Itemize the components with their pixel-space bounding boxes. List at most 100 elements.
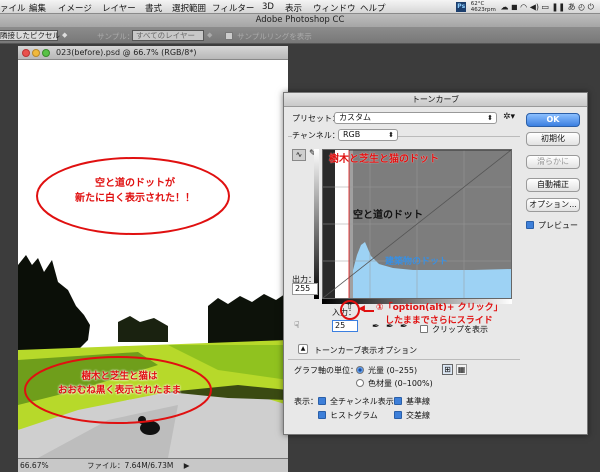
intersection-checkbox[interactable]: [394, 411, 402, 419]
minimize-window-button[interactable]: [32, 49, 40, 57]
menu-select[interactable]: 選択範囲: [172, 2, 206, 14]
preset-value: カスタム: [339, 113, 371, 122]
curves-graph-svg: [322, 149, 512, 299]
preset-select[interactable]: カスタム ⬍: [334, 112, 497, 124]
white-eyedropper-icon[interactable]: ✒: [400, 322, 408, 332]
menu-file[interactable]: ァイル: [0, 2, 26, 14]
annotation-arrow-line: [364, 310, 374, 312]
graph-unit-label: グラフ軸の単位：: [294, 366, 358, 375]
black-point-slider[interactable]: ⇧: [346, 302, 354, 312]
app-title: Adobe Photoshop CC: [0, 14, 600, 27]
curves-graph[interactable]: 樹木と芝生と猫のドット 空と道のドット 建築物のドット: [322, 149, 512, 299]
unit-pigment-label: 色材量 (0–100%): [368, 379, 433, 388]
preview-checkbox[interactable]: [526, 221, 534, 229]
histogram-label: ヒストグラム: [330, 411, 378, 420]
chevron-down-icon: ⬍: [487, 114, 493, 122]
black-eyedropper-icon[interactable]: ✒: [372, 322, 380, 332]
gray-eyedropper-icon[interactable]: ✒: [386, 322, 394, 332]
dialog-title: トーンカーブ: [284, 93, 587, 107]
chevron-down-icon: ⬍: [388, 131, 394, 139]
channel-value: RGB: [343, 130, 361, 139]
sample-select[interactable]: すべてのレイヤー: [132, 30, 204, 41]
zoom-level[interactable]: 66.67%: [20, 461, 49, 470]
options-bar: 隣接したピクセル ◆ サンプル： すべてのレイヤー ◆ サンプルリングを表示: [0, 27, 600, 44]
options-divider: [288, 359, 520, 360]
intersection-label: 交差線: [406, 411, 430, 420]
menu-filter[interactable]: フィルター: [212, 2, 254, 14]
cloud-icon[interactable]: ☁: [500, 3, 508, 12]
menu-edit[interactable]: 編集: [29, 2, 46, 14]
menu-type[interactable]: 書式: [145, 2, 162, 14]
input-field[interactable]: 25: [332, 320, 358, 332]
mode-select[interactable]: 隣接したピクセル: [0, 30, 60, 41]
annotation-building-dots: 建築物のドット: [385, 257, 449, 267]
menu-bar: ァイル 編集 イメージ レイヤー 書式 選択範囲 フィルター 3D 表示 ウィン…: [0, 0, 600, 14]
pause-icon[interactable]: ❚❚: [552, 3, 565, 12]
preview-label: プレビュー: [538, 221, 578, 230]
display-options-label: トーンカーブ表示オプション: [314, 346, 418, 355]
reset-button[interactable]: 初期化: [526, 132, 580, 146]
annotation-sky-road-white: 空と道のドットが 新たに白く表示された！！: [75, 178, 195, 204]
chevron-down-icon: ◆: [207, 31, 213, 39]
smooth-button[interactable]: 滑らかに: [526, 155, 580, 169]
annotation-trees-black: 樹木と芝生と猫は おおむね黒く表示されたまま: [57, 371, 182, 396]
histogram-checkbox[interactable]: [318, 411, 326, 419]
image-canvas[interactable]: 空と道のドットが 新たに白く表示された！！ 樹木と芝生と猫は おおむね黒く表示さ…: [18, 60, 288, 458]
document-title-bar[interactable]: 023(before).psd @ 66.7% (RGB/8*): [18, 46, 288, 60]
input-method-icon[interactable]: あ: [568, 3, 576, 12]
sample-label: サンプル：: [97, 32, 135, 41]
menu-help[interactable]: ヘルプ: [360, 2, 386, 14]
curve-point-tool-icon[interactable]: ∿: [292, 149, 306, 161]
baseline-checkbox[interactable]: [394, 397, 402, 405]
sampling-ring-checkbox[interactable]: [225, 32, 233, 40]
fan-speed-readout: 4623rpm: [470, 7, 496, 13]
channel-label: チャンネル：: [292, 130, 342, 141]
ok-button[interactable]: OK: [526, 113, 580, 127]
preset-label: プリセット：: [292, 114, 340, 123]
menu-layer[interactable]: レイヤー: [102, 2, 136, 14]
curves-dialog: トーンカーブ プリセット： カスタム ⬍ ✲▾ チャンネル： RGB ⬍ ∿ ✎: [283, 92, 588, 435]
status-bar: 66.67% ファイル：7.64M/6.73M ▶: [18, 458, 288, 472]
output-field[interactable]: 255: [292, 283, 318, 295]
document-title: 023(before).psd @ 66.7% (RGB/8*): [56, 48, 197, 57]
grid-4x4-icon[interactable]: ⊞: [442, 364, 453, 375]
menu-window[interactable]: ウィンドウ: [313, 2, 356, 14]
channel-select[interactable]: RGB ⬍: [338, 129, 398, 141]
grid-10x10-icon[interactable]: ▦: [456, 364, 467, 375]
show-label: 表示：: [294, 397, 318, 406]
photoshop-icon[interactable]: Ps: [456, 2, 467, 12]
document-window: 023(before).psd @ 66.7% (RGB/8*) 空と道のドット…: [18, 46, 288, 472]
channel-overlays-checkbox[interactable]: [318, 397, 326, 405]
target-adjust-icon[interactable]: ☟: [294, 321, 299, 331]
battery-icon[interactable]: ▭: [542, 3, 550, 12]
disclosure-triangle-icon[interactable]: ▲: [298, 344, 308, 354]
status-arrow-icon[interactable]: ▶: [184, 461, 190, 470]
annotation-sky-road-dots: 空と道のドット: [353, 210, 423, 221]
show-clipping-label: クリップを表示: [432, 325, 488, 334]
camera-icon[interactable]: ◼: [511, 3, 518, 12]
menu-3d[interactable]: 3D: [262, 2, 274, 12]
menu-view[interactable]: 表示: [285, 2, 302, 14]
baseline-label: 基準線: [406, 397, 430, 406]
unit-pigment-radio[interactable]: [356, 379, 364, 387]
options-button[interactable]: オプション...: [526, 198, 580, 212]
power-icon[interactable]: ⏻: [588, 3, 594, 12]
arrow-left-icon: ◀: [358, 304, 365, 314]
annotation-trees-grass-cat-dots: 樹木と芝生と猫のドット: [329, 154, 439, 165]
menu-image[interactable]: イメージ: [58, 2, 92, 14]
volume-icon[interactable]: ◀): [530, 3, 539, 12]
unit-light-label: 光量 (0–255): [368, 366, 418, 375]
chevron-down-icon: ◆: [62, 31, 68, 39]
auto-button[interactable]: 自動補正: [526, 178, 580, 192]
photo-preview: [18, 60, 288, 458]
sampling-ring-label: サンプルリングを表示: [237, 32, 312, 41]
wifi-icon[interactable]: ◠: [520, 3, 527, 12]
clock-icon[interactable]: ◴: [578, 3, 585, 12]
unit-light-radio[interactable]: [356, 366, 364, 374]
close-window-button[interactable]: [22, 49, 30, 57]
channel-overlays-label: 全チャンネル表示: [330, 397, 394, 406]
system-tray: Ps 62°C 4623rpm ☁ ◼ ◠ ◀) ▭ ❚❚ あ ◴ ⏻: [456, 1, 594, 13]
zoom-window-button[interactable]: [42, 49, 50, 57]
gear-icon[interactable]: ✲▾: [503, 112, 515, 122]
show-clipping-checkbox[interactable]: [420, 325, 428, 333]
